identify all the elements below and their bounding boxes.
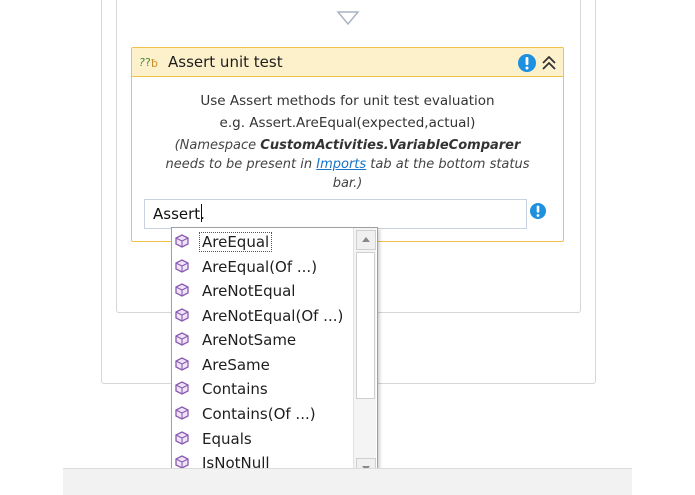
namespace-note-line-1: (Namespace CustomActivities.VariableComp…	[174, 138, 521, 153]
method-cube-icon	[175, 308, 189, 322]
namespace-note-line-3: bar.)	[332, 176, 363, 191]
description-line-2: e.g. Assert.AreEqual(expected,actual)	[219, 115, 476, 131]
autocomplete-item[interactable]: AreEqual	[172, 230, 353, 254]
svg-text:ƀ: ƀ	[151, 57, 158, 70]
method-cube-icon	[175, 406, 189, 420]
expression-input[interactable]: Assert.	[144, 199, 527, 229]
method-cube-icon	[175, 381, 189, 395]
scroll-thumb[interactable]	[356, 252, 375, 399]
namespace-name: CustomActivities.VariableComparer	[260, 138, 521, 153]
autocomplete-item[interactable]: AreSame	[172, 353, 353, 377]
assert-activity-icon: ? ? ƀ	[139, 56, 158, 70]
namespace-note-line-2: needs to be present in Imports tab at th…	[165, 157, 530, 172]
method-cube-icon	[175, 234, 189, 248]
warning-icon[interactable]	[529, 202, 547, 220]
imports-link[interactable]: Imports	[316, 157, 366, 172]
autocomplete-item[interactable]: Equals	[172, 427, 353, 451]
autocomplete-item[interactable]: AreNotEqual(Of ...)	[172, 304, 353, 328]
autocomplete-popup[interactable]: AreEqual AreEqual(Of ...) AreNotEqual Ar…	[171, 227, 378, 483]
description-line-1: Use Assert methods for unit test evaluat…	[200, 93, 495, 109]
activity-title: Assert unit test	[168, 53, 283, 71]
method-cube-icon	[175, 332, 189, 346]
collapse-chevron-icon[interactable]	[540, 54, 558, 72]
scroll-up-button[interactable]	[356, 230, 376, 250]
expression-text: Assert.	[153, 205, 205, 223]
warning-icon[interactable]	[517, 53, 537, 73]
autocomplete-item[interactable]: Contains	[172, 377, 353, 401]
arrow-up-icon	[362, 237, 370, 242]
autocomplete-item[interactable]: Contains(Of ...)	[172, 402, 353, 426]
autocomplete-scrollbar[interactable]	[353, 228, 376, 480]
autocomplete-item[interactable]: AreNotSame	[172, 328, 353, 352]
autocomplete-item[interactable]: AreNotEqual	[172, 279, 353, 303]
method-cube-icon	[175, 431, 189, 445]
status-bar	[63, 468, 632, 495]
autocomplete-item[interactable]: AreEqual(Of ...)	[172, 255, 353, 279]
activity-header[interactable]: ? ? ƀ Assert unit test	[132, 48, 563, 77]
method-cube-icon	[175, 357, 189, 371]
method-cube-icon	[175, 455, 189, 469]
method-cube-icon	[175, 259, 189, 273]
drop-target-arrow-icon	[336, 11, 360, 26]
text-caret	[201, 204, 202, 222]
method-cube-icon	[175, 283, 189, 297]
